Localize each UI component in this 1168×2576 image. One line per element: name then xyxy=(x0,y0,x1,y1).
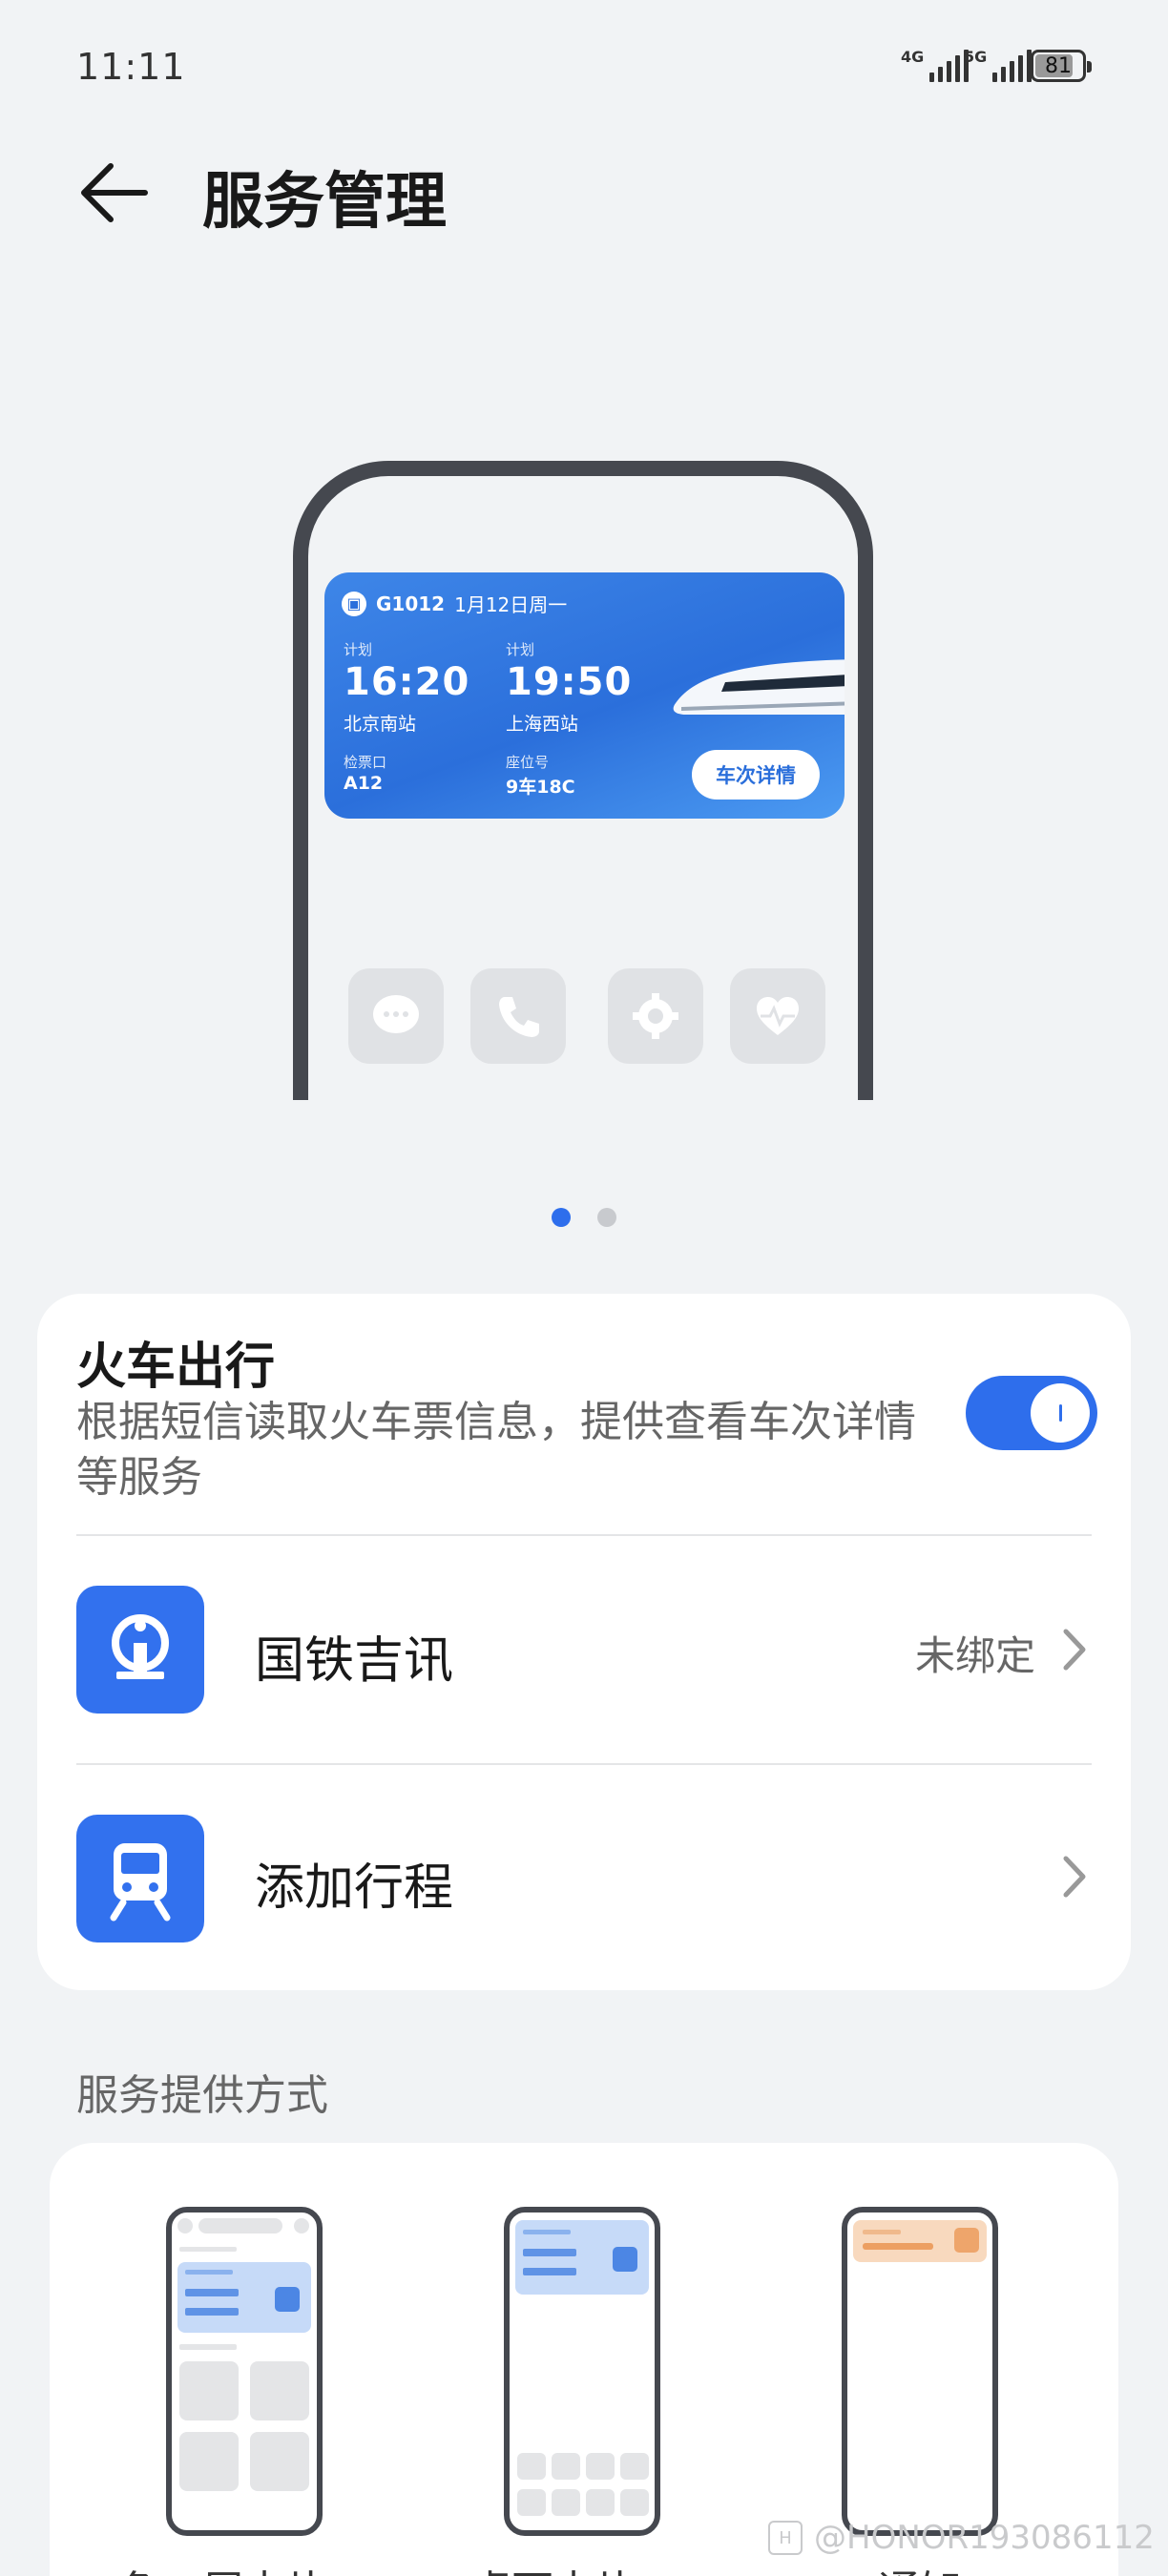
network-type-1: 4G xyxy=(901,48,925,66)
divider xyxy=(76,1534,1092,1536)
mode-minus-one-screen-preview[interactable] xyxy=(166,2207,323,2536)
mode-notification-preview[interactable] xyxy=(842,2207,998,2536)
notification-illustration xyxy=(853,2220,987,2262)
chevron-right-icon xyxy=(1063,1629,1086,1671)
arrival-station: 上海西站 xyxy=(506,714,579,735)
message-app-icon xyxy=(348,968,444,1064)
row-label-railway: 国铁吉讯 xyxy=(255,1632,454,1690)
network-type-2: 5G xyxy=(964,48,988,66)
gate-value: A12 xyxy=(344,773,384,794)
mode-label-desktop-card: 桌面卡片 xyxy=(469,2557,637,2576)
seat-label: 座位号 xyxy=(506,754,550,771)
status-bar: 11:11 4G 5G 81 xyxy=(0,0,1168,134)
battery-level: 81 xyxy=(1045,54,1072,78)
mode-label-minus-one-screen: 负一屏卡片 xyxy=(118,2557,328,2576)
departure-label: 计划 xyxy=(344,641,373,658)
health-app-icon xyxy=(730,968,825,1064)
signal-4g-icon: 4G xyxy=(901,48,970,82)
watermark-logo-icon: H xyxy=(768,2521,803,2555)
settings-app-icon xyxy=(608,968,703,1064)
card-header: ▣ G1012 1月12日周一 xyxy=(342,590,567,617)
minus-one-screen-illustration xyxy=(177,2218,311,2491)
page-title: 服务管理 xyxy=(202,167,447,238)
train-number: G1012 xyxy=(376,592,446,615)
train-detail-button: 车次详情 xyxy=(692,750,820,800)
feature-toggle-switch[interactable] xyxy=(966,1376,1097,1450)
feature-title: 火车出行 xyxy=(76,1339,276,1396)
bullet-train-illustration xyxy=(673,659,845,715)
seat-value: 9车18C xyxy=(506,777,575,798)
watermark-text: @HONOR193086112 xyxy=(814,2519,1155,2557)
phone-app-icon xyxy=(470,968,566,1064)
page-dot-2[interactable] xyxy=(597,1208,616,1227)
gate-label: 检票口 xyxy=(344,754,387,771)
railway-logo-icon xyxy=(76,1586,204,1714)
train-icon xyxy=(76,1815,204,1942)
row-add-trip[interactable]: 添加行程 xyxy=(37,1765,1131,1990)
section-title-service-modes: 服务提供方式 xyxy=(76,2071,328,2120)
watermark: H @HONOR193086112 xyxy=(768,2519,1155,2557)
arrival-label: 计划 xyxy=(506,641,535,658)
mode-label-notification: 通知 xyxy=(878,2557,962,2576)
signal-5g-icon: 5G xyxy=(964,48,1032,82)
row-status-unbound: 未绑定 xyxy=(914,1632,1035,1679)
chevron-right-icon xyxy=(1063,1856,1086,1898)
status-time: 11:11 xyxy=(76,46,186,88)
feature-description: 根据短信读取火车票信息，提供查看车次详情等服务 xyxy=(76,1398,916,1502)
row-railway-service[interactable]: 国铁吉讯 未绑定 xyxy=(37,1538,1131,1763)
preview-page-indicator[interactable] xyxy=(552,1208,616,1227)
train-date: 1月12日周一 xyxy=(454,593,568,616)
train-badge-icon: ▣ xyxy=(342,591,366,616)
arrow-left-icon xyxy=(81,163,148,222)
departure-time: 16:20 xyxy=(344,660,470,704)
toggle-knob xyxy=(1031,1383,1090,1443)
page-dot-1[interactable] xyxy=(552,1208,571,1227)
arrival-time: 19:50 xyxy=(506,660,633,704)
preview-app-icons xyxy=(348,968,825,1064)
row-label-add-trip: 添加行程 xyxy=(255,1859,454,1917)
desktop-card-illustration xyxy=(515,2220,649,2516)
departure-station: 北京南站 xyxy=(344,714,417,735)
train-ticket-card-preview: ▣ G1012 1月12日周一 计划 16:20 北京南站 计划 19:50 上… xyxy=(324,572,845,819)
mode-desktop-card-preview[interactable] xyxy=(504,2207,660,2536)
battery-icon: 81 xyxy=(1031,50,1092,82)
back-button[interactable] xyxy=(78,162,149,223)
